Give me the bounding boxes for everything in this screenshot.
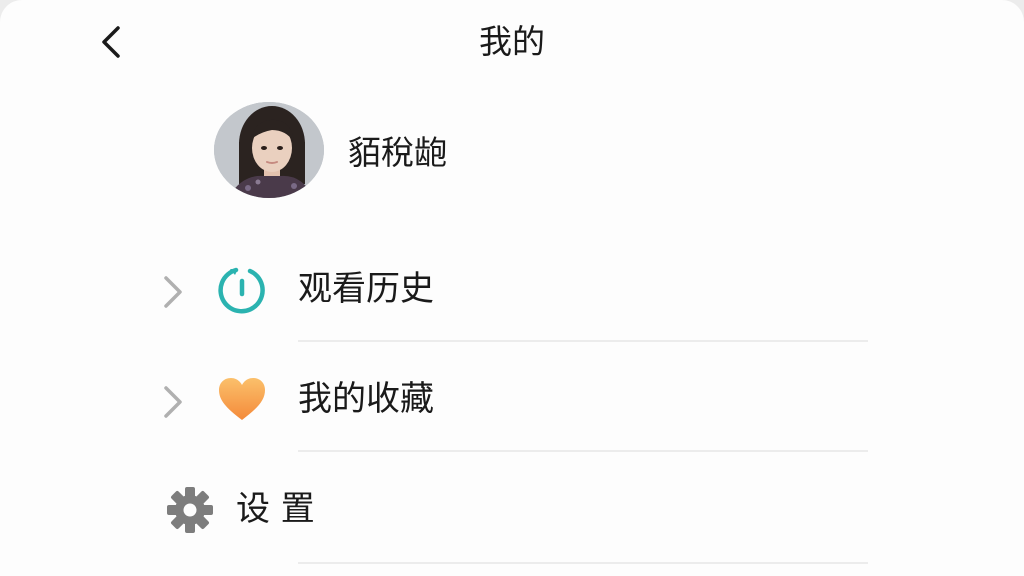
menu-item-label: 我的收藏 [298,379,434,419]
chevron-right-icon [158,272,186,312]
avatar-photo [214,102,324,198]
profile-card[interactable]: 貊稅龅 [214,102,447,198]
username: 貊稅龅 [348,133,447,172]
heart-icon [216,374,268,426]
page-title: 我的 [479,22,545,61]
chevron-right-icon [158,382,186,422]
menu-item-watch-history[interactable]: 观看历史 [150,240,870,340]
avatar[interactable] [214,102,324,198]
profile-screen: 我的 貊稅龅 观看历史 我的收藏 设 置 [0,0,1024,576]
gear-icon [164,484,216,536]
menu-item-favorites[interactable]: 我的收藏 [150,350,870,450]
menu-item-label: 设 置 [236,489,315,529]
top-bar: 我的 [0,0,1024,84]
divider [298,450,868,452]
divider [298,562,868,564]
clock-icon [216,264,268,316]
menu-item-label: 观看历史 [298,269,434,309]
menu-item-settings[interactable]: 设 置 [150,460,870,560]
divider [298,340,868,342]
